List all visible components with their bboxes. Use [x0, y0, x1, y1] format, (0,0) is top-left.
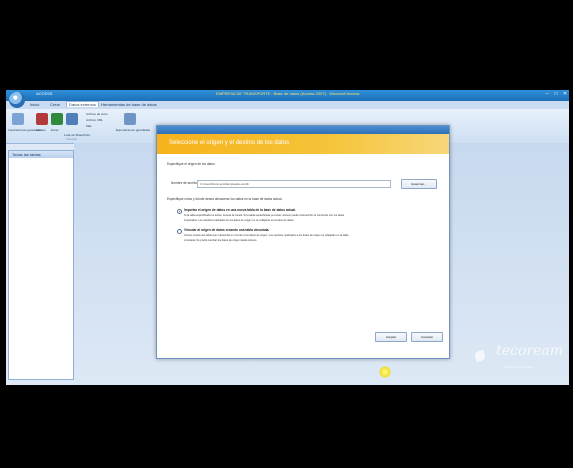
dialog-banner: Seleccione el origen y el destino de los… — [157, 134, 449, 154]
import-option-desc-2: importados. Los cambios realizados en lo… — [184, 219, 295, 222]
access-import-icon[interactable] — [36, 113, 48, 125]
app-name: ACCESS — [36, 91, 53, 96]
group-label-more[interactable]: Más — [86, 124, 92, 128]
navigation-pane: Todas las tablas — [8, 150, 74, 380]
ribbon-tabs: Inicio Crear Datos externos Herramientas… — [6, 101, 569, 109]
cancel-button[interactable]: Cancelar — [411, 332, 443, 342]
dialog-heading: Seleccione el origen y el destino de los… — [169, 140, 290, 146]
how-label: Especifique cómo y dónde desea almacenar… — [167, 197, 283, 201]
group-label-xml[interactable]: Archivo XML — [86, 118, 103, 122]
link-option-desc-2: vinculada. No podrá cambiar los datos de… — [184, 239, 258, 242]
tab-crear[interactable]: Crear — [50, 102, 60, 107]
group-label-text[interactable]: Archivo de texto — [86, 112, 108, 116]
link-option-desc-1: Access creará una tabla que mantendrá un… — [184, 234, 349, 237]
cursor-highlight-icon — [379, 366, 391, 378]
brand-watermark: tecoream — [496, 343, 563, 359]
sharepoint-icon[interactable] — [66, 113, 78, 125]
import-option-desc-1: Si la tabla especificada no existe, Acce… — [184, 214, 345, 217]
group-label-excel: Excel — [51, 128, 59, 132]
dialog-titlebar: Obtener datos externos - Base de datos A… — [157, 126, 449, 140]
tab-herramientas[interactable]: Herramientas de base de datos — [101, 102, 157, 107]
nav-pane-header[interactable]: Todas las tablas — [9, 151, 73, 158]
window-title: EMPRESA DE TRANSPORTE : Base de datos (A… — [216, 91, 360, 96]
office-button[interactable] — [9, 92, 25, 108]
import-radio[interactable] — [177, 209, 182, 214]
group-label-access: Access — [36, 128, 46, 132]
browse-button[interactable]: Examinar... — [401, 179, 437, 189]
saved-imports-icon[interactable] — [12, 113, 24, 125]
excel-import-icon[interactable] — [51, 113, 63, 125]
source-label: Especifique el origen de los datos. — [167, 162, 216, 166]
title-bar: ACCESS EMPRESA DE TRANSPORTE : Base de d… — [6, 90, 569, 101]
group-label-saved-exports: Exportaciones guardadas — [116, 128, 151, 132]
tab-datos-externos[interactable]: Datos externos — [66, 101, 99, 107]
file-name-label: Nombre de archivo: — [171, 181, 199, 185]
link-option-title[interactable]: Vincular al origen de datos creando una … — [184, 228, 269, 232]
saved-exports-icon[interactable] — [124, 113, 136, 125]
close-button[interactable]: ✕ — [561, 91, 569, 98]
brand-subtitle: aprender es prioritario — [503, 365, 533, 369]
import-group-caption: Importar — [66, 137, 78, 141]
minimize-button[interactable]: – — [543, 91, 551, 98]
link-radio[interactable] — [177, 229, 182, 234]
tab-inicio[interactable]: Inicio — [30, 102, 39, 107]
maximize-button[interactable]: □ — [552, 91, 560, 98]
brand-logo-icon — [473, 349, 487, 363]
file-name-input[interactable]: C:\Users\Documents\Empleados.accdb — [197, 180, 391, 188]
ok-button[interactable]: Aceptar — [375, 332, 407, 342]
access-window: ACCESS EMPRESA DE TRANSPORTE : Base de d… — [6, 90, 569, 385]
import-option-title[interactable]: Importar el origen de datos en una nueva… — [184, 208, 296, 212]
external-data-dialog: Obtener datos externos - Base de datos A… — [156, 125, 450, 378]
